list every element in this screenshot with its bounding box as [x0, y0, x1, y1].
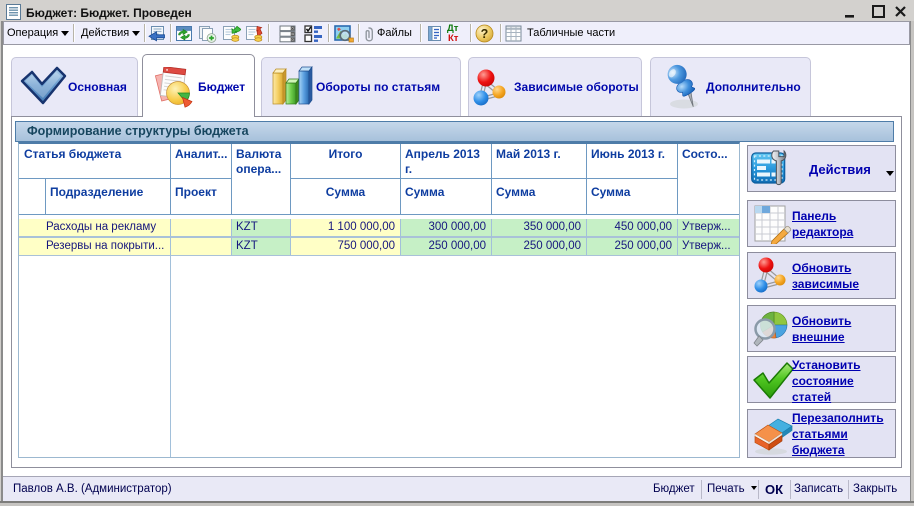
svg-text:?: ? [481, 27, 489, 41]
